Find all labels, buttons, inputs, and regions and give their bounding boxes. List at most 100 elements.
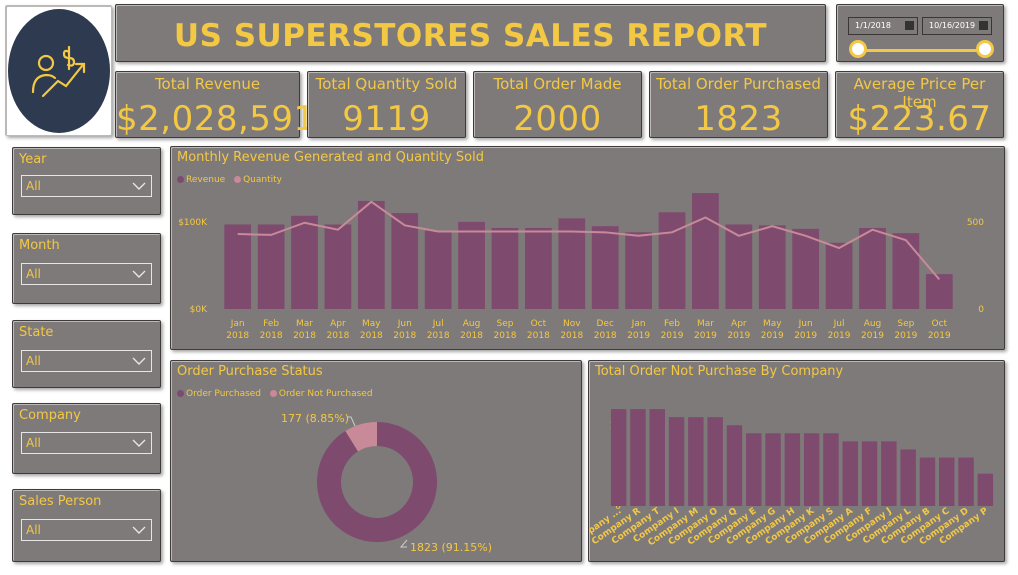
start-date-input[interactable]: 1/1/2018 [848,17,918,35]
x-tick-year: 2018 [360,331,383,341]
kpi-value: 1823 [694,99,783,139]
kpi-card-total-quantity: Total Quantity Sold 9119 [307,71,466,139]
x-tick-year: 2018 [226,331,249,341]
revenue-bar [625,232,652,309]
dropdown-value: All [26,523,41,537]
dropdown-value: All [26,436,41,450]
end-date-value: 10/16/2019 [929,21,976,30]
revenue-bar [792,228,820,309]
x-tick-month: Jan [230,319,245,329]
company-bar [649,409,665,506]
x-tick-month: Oct [531,319,547,329]
calendar-icon [979,21,988,30]
x-tick-month: Aug [463,319,481,329]
x-tick-month: May [362,319,381,329]
slicer-state: State All [12,320,161,388]
x-tick-month: Apr [330,319,346,329]
slice-label: 1823 (91.15%) [410,541,492,554]
monthly-revenue-chart: $0K $100K 0 500 Jan 2018 Feb 2018 Mar 2018 Apr 2018… [178,193,984,341]
range-start-handle[interactable] [849,40,867,58]
company-bar [610,409,627,506]
revenue-bar [324,224,352,309]
company-bar [803,433,820,506]
slice-label: 177 (8.85%) [281,412,349,425]
y-tick-label: $0K [190,305,208,315]
chevron-down-icon [132,357,146,365]
x-tick-month: Apr [731,319,747,329]
x-tick-year: 2018 [293,331,316,341]
company-bar [707,417,723,506]
range-end-handle[interactable] [976,40,994,58]
revenue-bar [591,226,619,309]
revenue-bar [692,193,719,309]
x-tick-year: 2018 [460,331,483,341]
y2-tick-label: 0 [978,305,984,315]
x-tick-month: Mar [697,319,714,329]
date-range-slicer[interactable]: 1/1/2018 10/16/2019 [836,4,1004,62]
x-tick-month: Jul [833,319,845,329]
company-dropdown[interactable]: All [21,432,152,454]
x-tick-year: 2019 [627,331,650,341]
y-tick-label: $100K [178,218,208,228]
chevron-down-icon [132,270,146,278]
x-tick-year: 2019 [894,331,917,341]
revenue-bar [859,227,886,309]
slicer-label: State [19,325,54,340]
order-status-donut-chart: 1823 (91.15%) 177 (8.85%) [281,412,492,554]
company-not-purchased-chart: 010Company ...Company RCompany TCompany … [589,409,994,549]
slicer-month: Month All [12,233,161,304]
x-tick-month: Aug [864,319,882,329]
chevron-down-icon [132,526,146,534]
x-tick-month: Jun [397,319,412,329]
slicer-label: Month [19,238,60,253]
x-tick-year: 2018 [326,331,349,341]
x-tick-year: 2019 [928,331,951,341]
year-dropdown[interactable]: All [21,175,152,197]
dropdown-value: All [26,267,41,281]
kpi-card-average-price: Average Price Per Item $223.67 [835,71,1004,139]
x-tick-month: Jun [798,319,813,329]
slicer-label: Sales Person [19,494,102,509]
revenue-bar [424,230,452,309]
slicer-year: Year All [12,147,161,215]
end-date-input[interactable]: 10/16/2019 [922,17,992,35]
kpi-label: Total Revenue [154,75,261,93]
x-tick-year: 2018 [560,331,583,341]
revenue-bar [257,224,285,309]
x-tick-year: 2019 [761,331,784,341]
x-tick-year: 2018 [527,331,550,341]
page-title: US SUPERSTORES SALES REPORT [173,18,768,54]
start-date-value: 1/1/2018 [855,21,891,30]
month-dropdown[interactable]: All [21,263,152,285]
state-dropdown[interactable]: All [21,350,152,372]
kpi-value: $2,028,591 [116,99,316,139]
kpi-value: 9119 [342,99,431,139]
x-tick-year: 2019 [828,331,851,341]
x-tick-year: 2018 [393,331,416,341]
x-tick-year: 2019 [694,331,717,341]
x-tick-year: 2019 [661,331,684,341]
x-tick-month: Dec [596,319,613,329]
kpi-label: Total Quantity Sold [315,75,458,93]
slicer-label: Company [19,408,81,423]
revenue-bar [291,215,318,309]
company-bar [958,457,974,506]
revenue-bar [725,224,753,309]
revenue-bar [525,227,552,309]
revenue-bar [458,221,485,309]
revenue-bar [758,225,786,309]
x-tick-month: Jul [432,319,444,329]
company-bar [688,417,704,506]
monthly-revenue-chart-panel: Monthly Revenue Generated and Quantity S… [170,146,1005,350]
company-bar [784,433,801,506]
slicer-company: Company All [12,403,161,474]
company-bar [726,425,743,506]
company-bar [900,449,916,506]
logo-panel [5,5,112,136]
sales-person-dropdown[interactable]: All [21,519,152,541]
chevron-down-icon [132,182,146,190]
kpi-value: $223.67 [847,99,992,139]
slicer-sales-person: Sales Person All [12,489,161,562]
dropdown-value: All [26,354,41,368]
calendar-icon [905,21,914,30]
